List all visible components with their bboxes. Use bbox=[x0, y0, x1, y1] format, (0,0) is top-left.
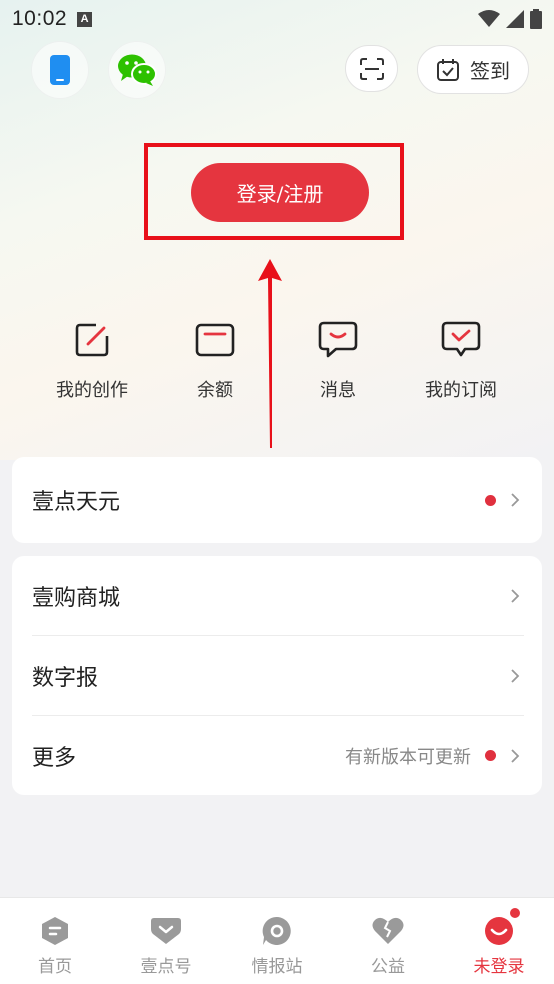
tab-label: 情报站 bbox=[251, 957, 303, 977]
signal-icon bbox=[506, 10, 524, 28]
wifi-icon bbox=[478, 10, 500, 27]
tab-charity[interactable]: 公益 bbox=[333, 898, 443, 984]
tab-label: 未登录 bbox=[473, 957, 525, 977]
edit-icon bbox=[75, 323, 109, 357]
intel-icon bbox=[262, 916, 291, 945]
chevron-right-icon bbox=[511, 668, 520, 683]
tab-profile[interactable]: 未登录 bbox=[444, 898, 554, 984]
message-icon bbox=[318, 321, 358, 358]
bottom-tab-bar: 首页 壹点号 情报站 公益 未登录 bbox=[0, 897, 554, 984]
tab-label: 公益 bbox=[371, 957, 405, 977]
calendar-check-icon bbox=[437, 58, 459, 81]
menu-row-digital-newspaper[interactable]: 数字报 bbox=[12, 636, 542, 715]
quick-action-label: 余额 bbox=[197, 380, 233, 401]
menu-row-more[interactable]: 更多 有新版本可更新 bbox=[12, 716, 542, 795]
heart-badge-icon bbox=[151, 918, 181, 944]
login-register-button[interactable]: 登录/注册 bbox=[191, 163, 369, 222]
checkin-button[interactable]: 签到 bbox=[417, 45, 529, 94]
tab-yidianhao[interactable]: 壹点号 bbox=[111, 898, 221, 984]
menu-row-title: 壹购商城 bbox=[32, 585, 121, 611]
card-yidian-tianyuan: 壹点天元 bbox=[12, 457, 542, 543]
quick-action-subscriptions[interactable]: 我的订阅 bbox=[401, 318, 521, 402]
quick-actions: 我的创作 余额 消息 我的订阅 bbox=[0, 318, 554, 408]
card-menu-list: 壹购商城 数字报 更多 有新版本可更新 bbox=[12, 556, 542, 795]
quick-action-label: 我的创作 bbox=[56, 380, 128, 401]
tab-intel[interactable]: 情报站 bbox=[222, 898, 332, 984]
menu-row-yidian-tianyuan[interactable]: 壹点天元 bbox=[12, 457, 542, 543]
wechat-icon bbox=[118, 54, 157, 86]
checkin-label: 签到 bbox=[470, 59, 510, 83]
subscribe-icon bbox=[441, 321, 481, 357]
notification-badge bbox=[508, 906, 522, 920]
chevron-right-icon bbox=[511, 748, 520, 763]
menu-row-title: 壹点天元 bbox=[32, 490, 121, 515]
tab-label: 壹点号 bbox=[140, 957, 192, 977]
status-bar: 10:02 A bbox=[0, 0, 554, 38]
quick-action-my-creations[interactable]: 我的创作 bbox=[32, 318, 152, 402]
wechat-login-button[interactable] bbox=[108, 41, 166, 99]
menu-row-title: 数字报 bbox=[32, 665, 99, 691]
scan-button[interactable] bbox=[345, 45, 398, 92]
menu-row-title: 更多 bbox=[32, 745, 77, 771]
quick-action-balance[interactable]: 余额 bbox=[155, 318, 275, 402]
charity-icon bbox=[372, 917, 404, 944]
wallet-icon bbox=[195, 323, 235, 357]
phone-icon bbox=[50, 55, 70, 85]
phone-login-button[interactable] bbox=[31, 41, 89, 99]
chevron-right-icon bbox=[511, 493, 520, 507]
unread-dot bbox=[485, 494, 496, 506]
quick-action-messages[interactable]: 消息 bbox=[278, 318, 398, 402]
status-time: 10:02 bbox=[12, 7, 68, 30]
tab-label: 首页 bbox=[38, 957, 72, 977]
quick-action-label: 我的订阅 bbox=[425, 380, 497, 401]
unread-dot bbox=[485, 750, 496, 761]
profile-icon bbox=[485, 917, 513, 945]
quick-action-label: 消息 bbox=[320, 380, 356, 401]
battery-icon bbox=[530, 9, 542, 29]
scan-icon bbox=[359, 57, 384, 80]
notification-icon: A bbox=[77, 11, 93, 27]
update-note: 有新版本可更新 bbox=[345, 746, 471, 768]
status-right bbox=[478, 9, 542, 29]
menu-row-yigou-mall[interactable]: 壹购商城 bbox=[12, 556, 542, 635]
tab-home[interactable]: 首页 bbox=[0, 898, 110, 984]
home-icon bbox=[42, 917, 68, 945]
chevron-right-icon bbox=[511, 588, 520, 603]
